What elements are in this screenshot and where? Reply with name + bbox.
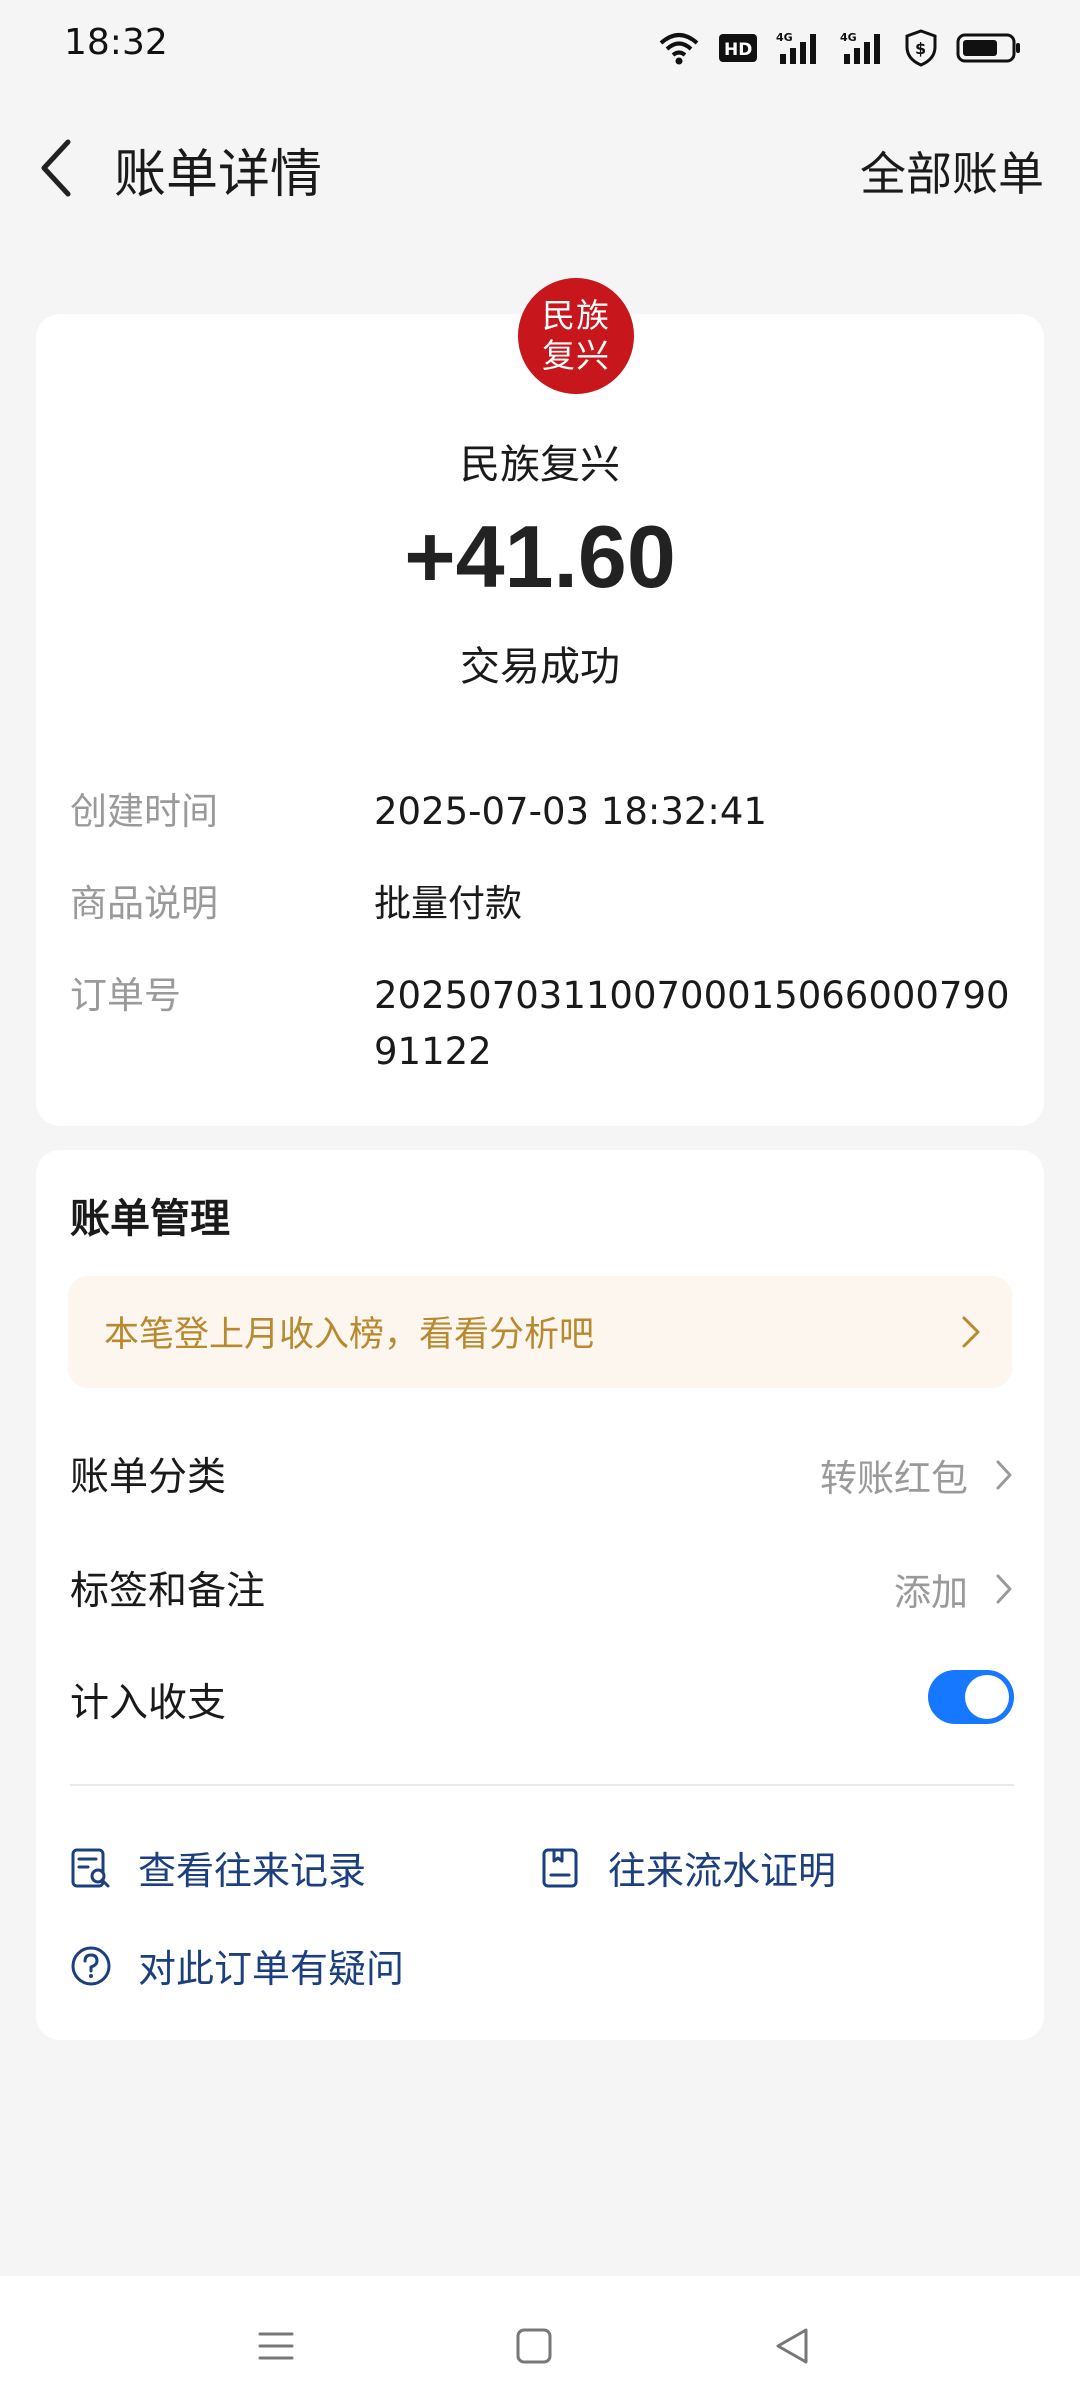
status-bar: 18:32 HD 4G 4G $	[0, 0, 1080, 96]
svg-text:4G: 4G	[840, 31, 857, 44]
shield-dollar-icon: $	[904, 29, 938, 67]
tags-value: 添加	[894, 1571, 968, 1614]
merchant-logo-text: 民族复兴	[542, 296, 610, 375]
status-icons: HD 4G 4G $	[658, 26, 1022, 70]
detail-value: 2025-07-03 18:32:41	[374, 790, 767, 833]
home-square-icon[interactable]	[504, 2316, 564, 2376]
chevron-right-icon	[960, 1314, 982, 1354]
link-text: 往来流水证明	[608, 1849, 837, 1893]
setting-label: 计入收支	[70, 1681, 227, 1726]
insight-text: 本笔登上月收入榜，看看分析吧	[104, 1315, 595, 1355]
back-triangle-icon[interactable]	[762, 2316, 822, 2376]
detail-label: 创建时间	[70, 790, 218, 833]
certificate-icon	[540, 1847, 582, 1889]
tags-and-notes-row[interactable]: 标签和备注 添加	[70, 1542, 1014, 1632]
transaction-card: 民族复兴 民族复兴 +41.60 交易成功 创建时间 2025-07-03 18…	[36, 278, 1044, 1126]
question-circle-icon	[70, 1945, 112, 1987]
bill-management-card: 账单管理 本笔登上月收入榜，看看分析吧 账单分类 转账红包 标签和备注 添加 计…	[36, 1150, 1044, 2040]
divider	[70, 1784, 1014, 1786]
link-text: 对此订单有疑问	[138, 1947, 405, 1991]
wifi-icon	[658, 31, 700, 65]
menu-icon[interactable]	[246, 2316, 306, 2376]
merchant-logo: 民族复兴	[518, 278, 634, 394]
all-bills-link[interactable]: 全部账单	[860, 138, 1044, 204]
detail-value: 批量付款	[374, 882, 522, 925]
svg-text:4G: 4G	[776, 31, 793, 44]
system-nav-bar	[0, 2276, 1080, 2408]
setting-label: 账单分类	[70, 1455, 227, 1500]
svg-text:$: $	[915, 39, 926, 58]
category-value: 转账红包	[820, 1457, 968, 1500]
header: 账单详情 全部账单	[0, 110, 1080, 230]
search-document-icon	[70, 1847, 112, 1889]
detail-label: 订单号	[70, 974, 181, 1017]
signal-4g-icon: 4G	[776, 30, 822, 66]
include-in-budget-row: 计入收支	[70, 1654, 1014, 1744]
battery-icon	[956, 32, 1022, 64]
order-number-value: 20250703110070001506600079091122	[374, 974, 1010, 1073]
transaction-proof-link[interactable]: 往来流水证明	[540, 1840, 836, 1895]
setting-label: 标签和备注	[70, 1569, 266, 1614]
merchant-name: 民族复兴	[460, 442, 620, 488]
section-title: 账单管理	[70, 1196, 230, 1242]
view-records-link[interactable]: 查看往来记录	[70, 1840, 366, 1895]
svg-text:HD: HD	[724, 40, 752, 60]
detail-label: 商品说明	[70, 882, 218, 925]
signal-4g-icon-2: 4G	[840, 30, 886, 66]
hd-icon: HD	[718, 33, 758, 63]
toggle-knob	[965, 1675, 1009, 1719]
bill-category-row[interactable]: 账单分类 转账红包	[70, 1428, 1014, 1518]
page-title: 账单详情	[114, 145, 323, 205]
status-time: 18:32	[64, 22, 168, 63]
transaction-status: 交易成功	[460, 644, 620, 690]
include-in-budget-toggle[interactable]	[928, 1670, 1014, 1724]
chevron-right-icon	[994, 1572, 1014, 1610]
link-text: 查看往来记录	[138, 1849, 367, 1893]
income-insight-banner[interactable]: 本笔登上月收入榜，看看分析吧	[68, 1276, 1012, 1388]
back-arrow-icon[interactable]	[36, 138, 76, 198]
order-question-link[interactable]: 对此订单有疑问	[70, 1938, 404, 1993]
transaction-amount: +41.60	[404, 507, 676, 606]
chevron-right-icon	[994, 1458, 1014, 1496]
